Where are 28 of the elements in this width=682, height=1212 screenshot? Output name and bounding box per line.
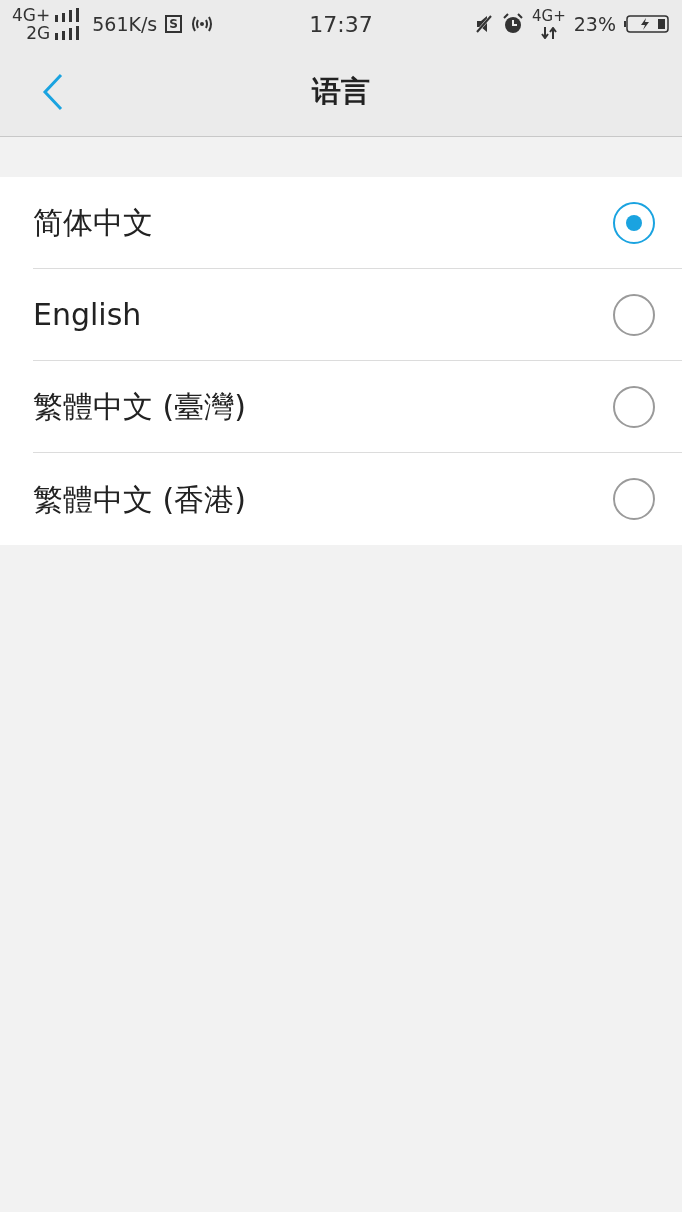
network-speed: 561K/s	[92, 11, 158, 37]
alarm-icon	[502, 13, 524, 35]
clock: 17:37	[309, 10, 373, 39]
radio-button[interactable]	[613, 385, 655, 428]
network-label: 4G+	[532, 8, 566, 24]
battery-percent: 23%	[573, 11, 616, 37]
language-label: English	[33, 296, 142, 334]
battery-charging-icon	[624, 14, 670, 34]
network-label: 4G+	[12, 6, 51, 24]
signal-icon	[54, 8, 81, 22]
radio-button[interactable]	[613, 293, 655, 336]
language-label: 繁體中文 (臺灣)	[33, 388, 246, 426]
app-notification-icon: S	[165, 15, 182, 33]
radio-button[interactable]	[613, 478, 655, 520]
signal-icon	[54, 26, 81, 40]
back-icon	[42, 73, 64, 111]
language-option[interactable]: 繁體中文 (臺灣)	[33, 361, 682, 453]
radio-button[interactable]	[613, 201, 655, 244]
hotspot-icon	[189, 15, 214, 33]
language-option[interactable]: 繁體中文 (香港)	[33, 453, 682, 545]
language-label: 繁體中文 (香港)	[33, 480, 246, 519]
language-label: 简体中文	[33, 204, 153, 242]
language-option[interactable]: English	[33, 269, 682, 361]
data-arrows-icon	[540, 26, 557, 39]
mute-icon	[474, 14, 494, 34]
network-label: 2G	[26, 24, 51, 42]
language-option[interactable]: 简体中文	[33, 177, 682, 269]
page-title: 语言	[312, 73, 370, 111]
